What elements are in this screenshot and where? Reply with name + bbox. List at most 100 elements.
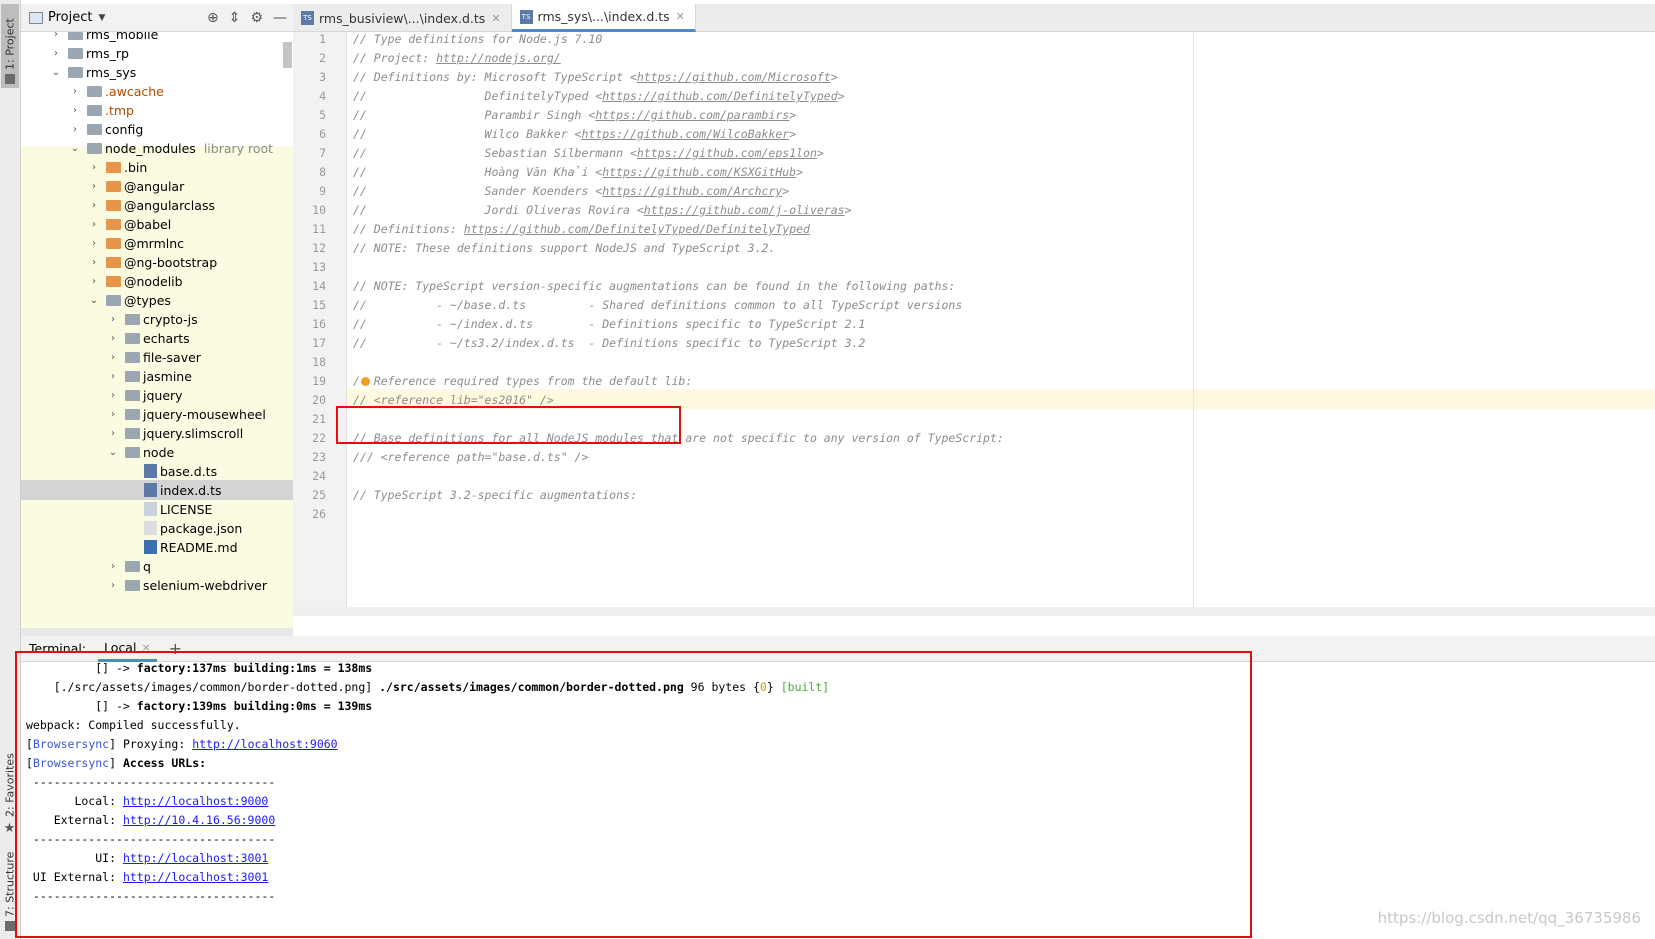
tree-item[interactable]: › crypto-js xyxy=(21,309,293,329)
tree-item[interactable]: › jasmine xyxy=(21,366,293,386)
tree-item-label: rms_sys xyxy=(86,64,137,80)
tree-horizontal-scrollbar[interactable] xyxy=(21,628,293,636)
code-link[interactable]: https://github.com/DefinitelyTyped xyxy=(602,89,837,103)
tree-item[interactable]: ⌄ node xyxy=(21,442,293,462)
chevron-right-icon[interactable]: › xyxy=(88,162,100,173)
tree-item[interactable]: ⌄ rms_sys xyxy=(21,62,293,82)
chevron-right-icon[interactable]: › xyxy=(88,181,100,192)
tree-item[interactable]: › .tmp xyxy=(21,100,293,120)
folder-icon xyxy=(125,332,140,344)
tree-item[interactable]: › @angular xyxy=(21,176,293,196)
code-link[interactable]: https://github.com/Archcry xyxy=(602,184,782,198)
tree-item[interactable]: README.md xyxy=(21,537,293,557)
chevron-down-icon[interactable]: ⌄ xyxy=(50,67,62,78)
chevron-right-icon[interactable]: › xyxy=(69,105,81,116)
code-link[interactable]: https://github.com/j-oliveras xyxy=(644,203,845,217)
locate-icon[interactable]: ⊕ xyxy=(207,10,219,26)
line-number: 6 xyxy=(319,127,326,141)
tree-item[interactable]: index.d.ts xyxy=(21,480,293,500)
tree-item-label: README.md xyxy=(160,539,238,555)
chevron-right-icon[interactable]: › xyxy=(50,32,62,40)
code-link[interactable]: https://github.com/parambirs xyxy=(595,108,789,122)
line-number: 1 xyxy=(319,32,326,46)
code-line: // NOTE: TypeScript version-specific aug… xyxy=(353,279,956,293)
tree-item[interactable]: › jquery.slimscroll xyxy=(21,423,293,443)
tree-item[interactable]: › @angularclass xyxy=(21,195,293,215)
tree-scrollbar[interactable] xyxy=(283,42,292,68)
chevron-down-icon[interactable]: ▼ xyxy=(98,13,105,23)
chevron-right-icon[interactable]: › xyxy=(107,352,119,363)
code-link[interactable]: https://github.com/WilcoBakker xyxy=(581,127,789,141)
line-number: 17 xyxy=(312,336,326,350)
code-link[interactable]: http://nodejs.org/ xyxy=(436,51,561,65)
tree-item[interactable]: › config xyxy=(21,119,293,139)
tree-item[interactable]: › rms_rp xyxy=(21,43,293,63)
close-icon[interactable]: ✕ xyxy=(491,12,500,25)
tree-item[interactable]: LICENSE xyxy=(21,499,293,519)
chevron-right-icon[interactable]: › xyxy=(107,409,119,420)
chevron-right-icon[interactable]: › xyxy=(50,48,62,59)
tree-item[interactable]: › .bin xyxy=(21,157,293,177)
code-link[interactable]: https://github.com/eps1lon xyxy=(637,146,817,160)
chevron-right-icon[interactable]: › xyxy=(69,86,81,97)
chevron-right-icon[interactable]: › xyxy=(88,257,100,268)
tree-item[interactable]: › jquery-mousewheel xyxy=(21,404,293,424)
tree-item[interactable]: package.json xyxy=(21,518,293,538)
tree-item[interactable]: › jquery xyxy=(21,385,293,405)
chevron-right-icon[interactable]: › xyxy=(88,276,100,287)
intention-bulb-icon[interactable] xyxy=(361,377,370,386)
typescript-file-icon: TS xyxy=(519,9,533,24)
chevron-down-icon[interactable]: ⌄ xyxy=(69,143,81,154)
chevron-down-icon[interactable]: ⌄ xyxy=(107,447,119,458)
tree-item[interactable]: › q xyxy=(21,556,293,576)
tree-item-label: @angular xyxy=(124,178,185,194)
tree-item[interactable]: › @babel xyxy=(21,214,293,234)
chevron-right-icon[interactable]: › xyxy=(88,200,100,211)
editor-horizontal-scrollbar[interactable] xyxy=(293,607,1655,616)
code-link[interactable]: https://github.com/DefinitelyTyped/Defin… xyxy=(464,222,810,236)
code-line: // - ~/index.d.ts - Definitions specific… xyxy=(353,317,866,331)
tree-item-label: node_modules xyxy=(105,140,196,156)
chevron-right-icon[interactable]: › xyxy=(107,314,119,325)
chevron-right-icon[interactable]: › xyxy=(88,219,100,230)
line-number: 15 xyxy=(312,298,326,312)
tree-item[interactable]: › echarts xyxy=(21,328,293,348)
chevron-right-icon[interactable]: › xyxy=(107,390,119,401)
chevron-down-icon[interactable]: ⌄ xyxy=(88,295,100,306)
typescript-file-icon: TS xyxy=(301,11,314,25)
tree-item[interactable]: › .awcache xyxy=(21,81,293,101)
chevron-right-icon[interactable]: › xyxy=(107,561,119,572)
tree-item[interactable]: › selenium-webdriver xyxy=(21,575,293,595)
minimize-icon[interactable]: — xyxy=(273,10,287,26)
tree-item-label: rms_rp xyxy=(86,45,129,61)
code-line: // DefinitelyTyped <https://github.com/D… xyxy=(353,89,845,103)
close-icon[interactable]: ✕ xyxy=(676,10,685,23)
code-link[interactable]: https://github.com/KSXGitHub xyxy=(602,165,796,179)
chevron-right-icon[interactable]: › xyxy=(107,371,119,382)
line-number: 12 xyxy=(312,241,326,255)
chevron-right-icon[interactable]: › xyxy=(107,428,119,439)
code-line: // Sebastian Silbermann <https://github.… xyxy=(353,146,824,160)
tree-item[interactable]: › file-saver xyxy=(21,347,293,367)
chevron-right-icon[interactable]: › xyxy=(107,333,119,344)
tree-item[interactable]: › @nodelib xyxy=(21,271,293,291)
folder-icon xyxy=(125,370,140,382)
project-panel-title[interactable]: Project xyxy=(48,10,92,25)
code-link[interactable]: https://github.com/Microsoft xyxy=(637,70,831,84)
chevron-right-icon[interactable]: › xyxy=(88,238,100,249)
collapse-all-icon[interactable]: ⇕ xyxy=(229,10,241,26)
editor-tab[interactable]: TS rms_sys\...\index.d.ts ✕ xyxy=(511,4,696,32)
folder-icon xyxy=(68,66,83,78)
project-tool-tab[interactable]: 1: Project xyxy=(1,4,19,88)
tree-item[interactable]: › @mrmlnc xyxy=(21,233,293,253)
chevron-right-icon[interactable]: › xyxy=(69,124,81,135)
tree-item[interactable]: ⌄ @types xyxy=(21,290,293,310)
line-number: 3 xyxy=(319,70,326,84)
chevron-right-icon[interactable]: › xyxy=(107,580,119,591)
code-editor[interactable]: // Type definitions for Node.js 7.10 // P… xyxy=(347,32,1655,607)
tree-item[interactable]: ⌄ node_modules library root xyxy=(21,138,293,158)
editor-tab[interactable]: TS rms_busiview\...\index.d.ts ✕ xyxy=(293,4,512,32)
gear-icon[interactable]: ⚙ xyxy=(250,10,263,26)
tree-item[interactable]: › @ng-bootstrap xyxy=(21,252,293,272)
tree-item[interactable]: base.d.ts xyxy=(21,461,293,481)
